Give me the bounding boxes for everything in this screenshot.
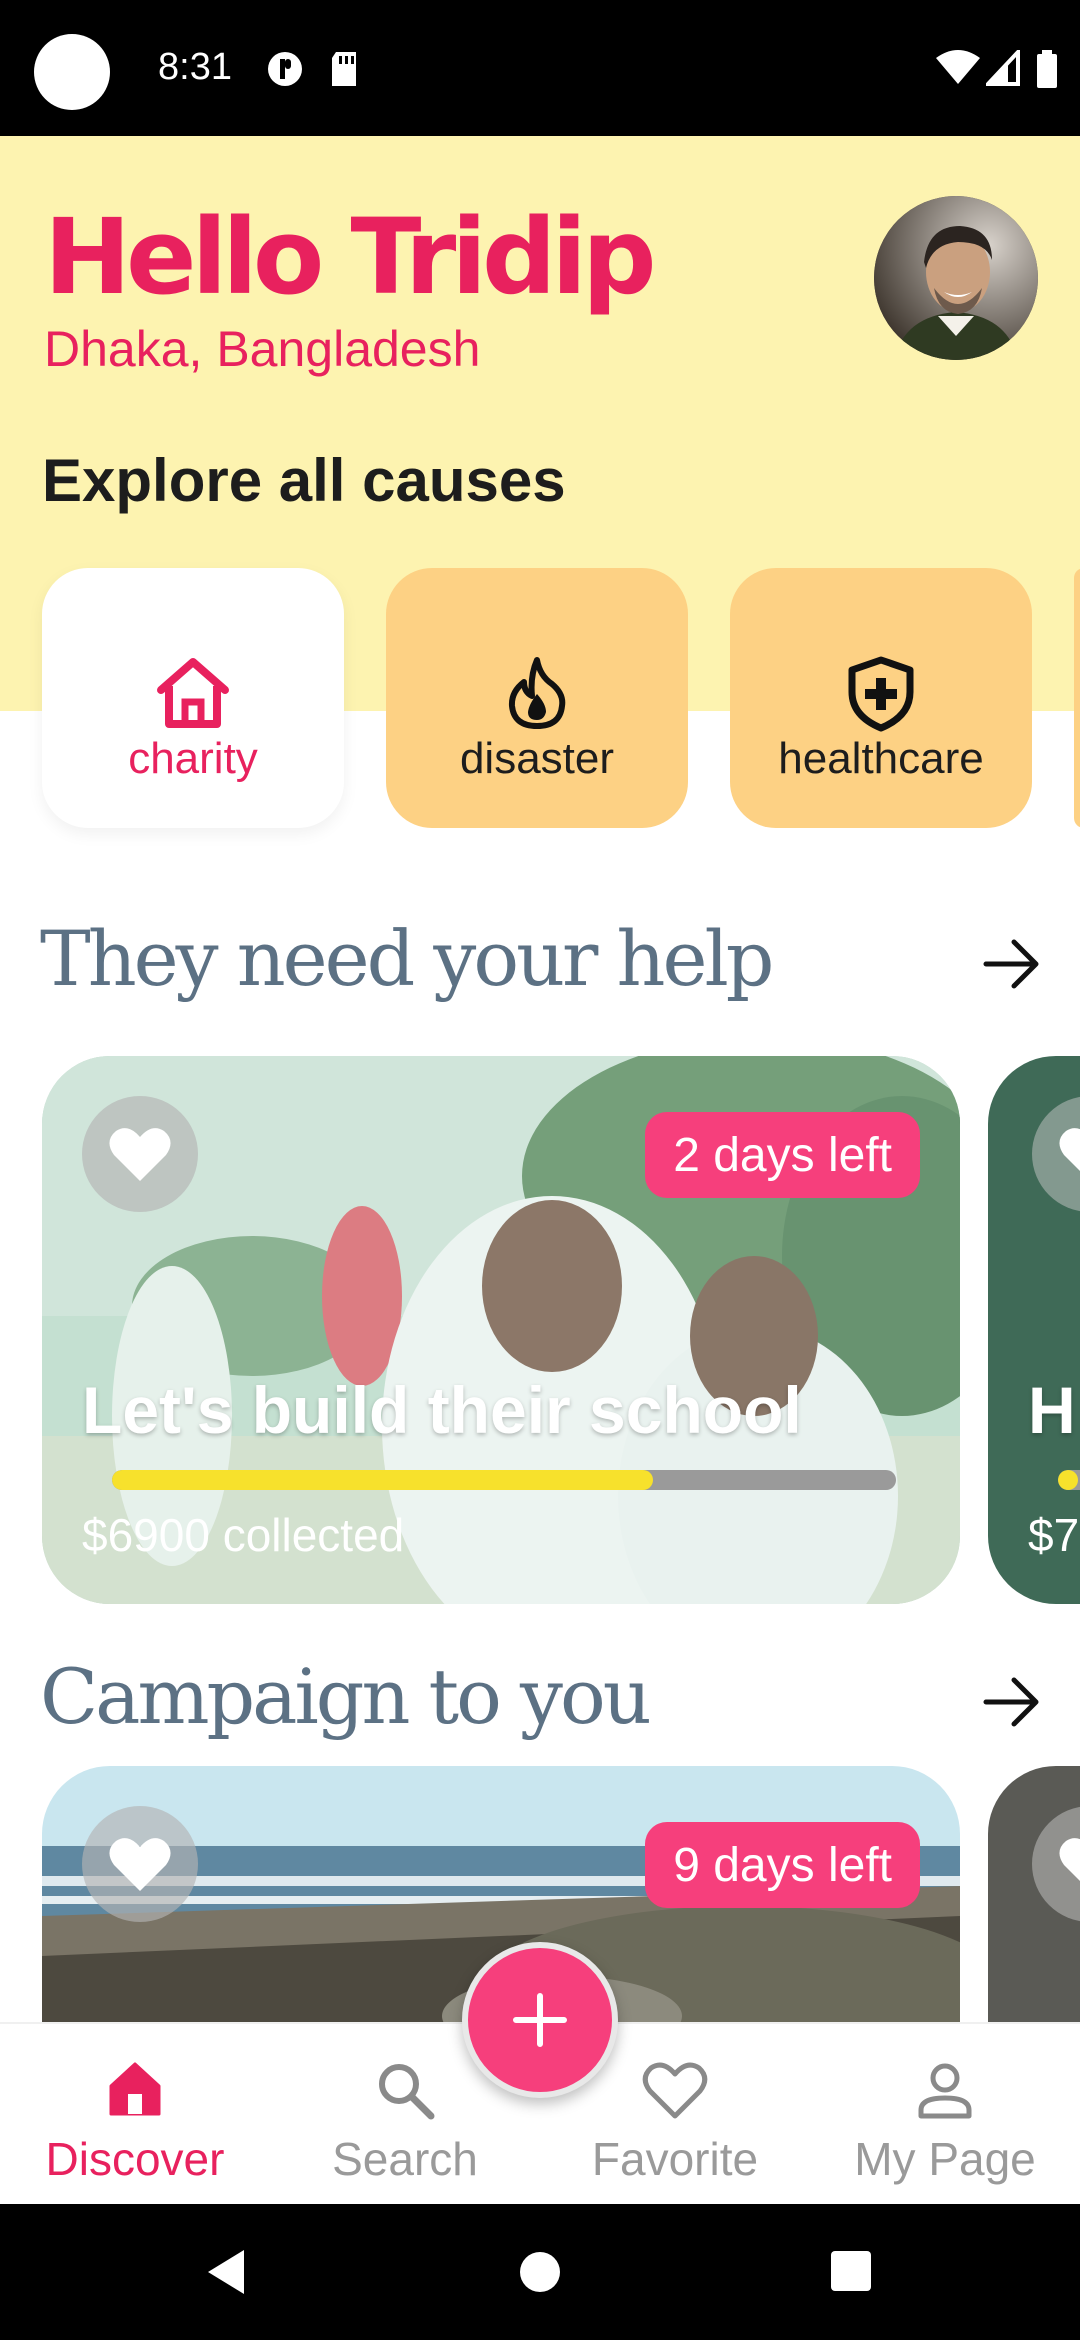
recents-icon[interactable] (830, 2250, 872, 2292)
nav-label: My Page (854, 2133, 1036, 2185)
nav-discover[interactable]: Discover (0, 2024, 270, 2204)
person-icon (918, 2063, 972, 2119)
nav-label: Search (332, 2133, 478, 2185)
system-navigation-bar (0, 2204, 1080, 2340)
favorite-button[interactable] (82, 1096, 198, 1212)
explore-title: Explore all causes (42, 447, 566, 514)
greeting-title: Hello Tridip (44, 196, 657, 318)
category-label: healthcare (778, 734, 984, 783)
arrow-right-icon[interactable] (980, 1670, 1044, 1734)
nav-my-page[interactable]: My Page (810, 2024, 1080, 2204)
camera-cutout (34, 34, 110, 110)
category-label: disaster (459, 734, 615, 783)
cause-title: Let's build their school (82, 1373, 802, 1447)
search-icon (379, 2064, 435, 2120)
category-label: charity (128, 734, 258, 783)
location-label: Dhaka, Bangladesh (44, 321, 481, 377)
battery-icon (1037, 50, 1057, 88)
heart-icon (1059, 1128, 1080, 1171)
progress-fill (1058, 1470, 1078, 1490)
add-campaign-button[interactable] (462, 1942, 618, 2098)
nav-label: Discover (45, 2133, 225, 2185)
progress-fill (112, 1470, 653, 1490)
category-charity[interactable]: charity (42, 568, 344, 828)
sd-card-icon (332, 52, 356, 86)
cause-title: H (1028, 1373, 1076, 1447)
progress-bar (1058, 1470, 1080, 1490)
plus-icon (513, 1993, 567, 2047)
cause-card[interactable]: 2 days left Let's build their school $69… (42, 1056, 960, 1604)
app-screen: Hello Tridip Dhaka, Bangladesh Explore a… (0, 136, 1080, 2204)
heart-icon (642, 2062, 708, 2119)
section-title-campaign: Campaign to you (40, 1652, 652, 1741)
home-icon (109, 2062, 161, 2116)
collected-amount: $7 (1028, 1509, 1080, 1561)
back-icon[interactable] (204, 2248, 248, 2296)
wifi-icon (936, 50, 980, 84)
favorite-button[interactable] (1032, 1096, 1080, 1212)
avatar-photo (874, 196, 1038, 360)
category-healthcare[interactable]: healthcare (730, 568, 1032, 828)
category-next-peek[interactable] (1074, 568, 1080, 828)
home-icon (157, 658, 229, 728)
heart-icon (109, 1128, 171, 1181)
progress-bar (112, 1470, 896, 1490)
device-frame: 8:31 Hello Tridip Dhaka, Bangladesh Expl… (0, 0, 1080, 2340)
heart-icon (1059, 1838, 1080, 1881)
user-avatar[interactable] (874, 196, 1038, 360)
home-button-icon[interactable] (518, 2250, 562, 2294)
status-bar: 8:31 (0, 0, 1080, 136)
days-left-badge: 9 days left (645, 1822, 920, 1908)
cause-card-peek[interactable]: H $7 (988, 1056, 1080, 1604)
days-left-badge: 2 days left (645, 1112, 920, 1198)
category-disaster[interactable]: disaster (386, 568, 688, 828)
status-time: 8:31 (158, 46, 232, 88)
app-notification-icon (268, 52, 302, 86)
favorite-button[interactable] (1032, 1806, 1080, 1922)
section-title-need-help: They need your help (40, 914, 774, 1003)
signal-icon (986, 50, 1020, 86)
arrow-right-icon[interactable] (980, 932, 1044, 996)
heart-icon (109, 1838, 171, 1891)
shield-plus-icon (848, 656, 914, 732)
flame-icon (508, 657, 566, 729)
favorite-button[interactable] (82, 1806, 198, 1922)
collected-amount: $6900 collected (82, 1509, 405, 1561)
nav-label: Favorite (591, 2133, 759, 2185)
